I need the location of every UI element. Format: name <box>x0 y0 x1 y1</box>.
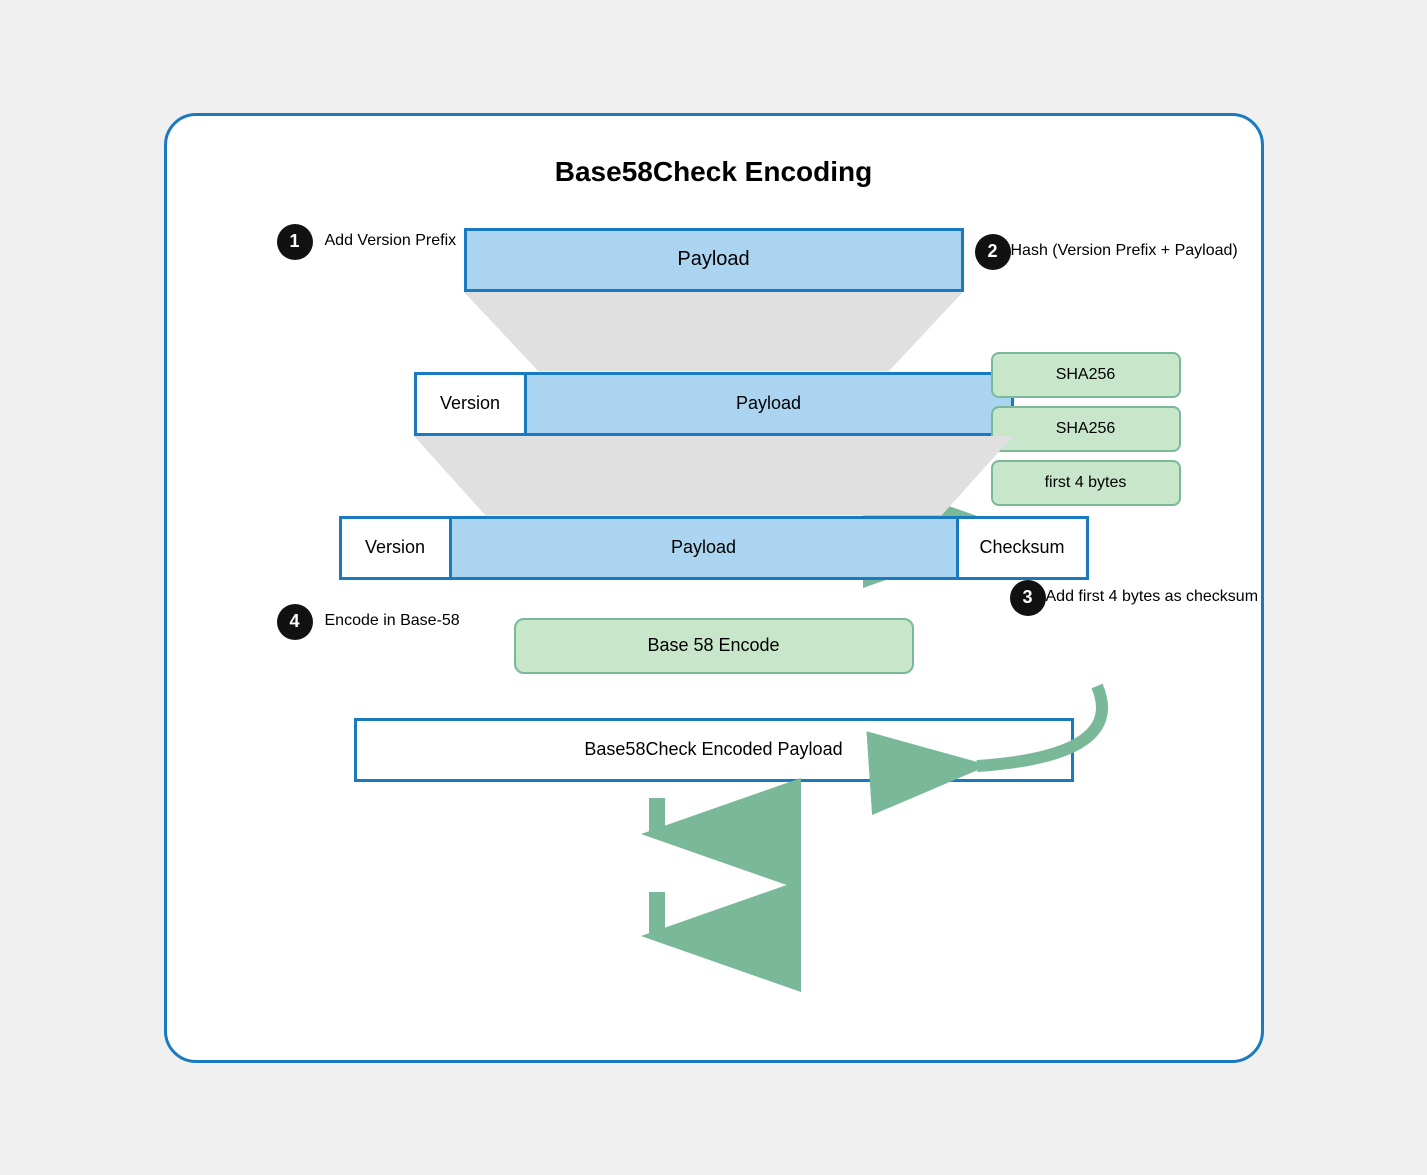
arrow-gap-2 <box>227 674 1201 718</box>
diagram-container: Base58Check Encoding <box>164 113 1264 1063</box>
box-base58-encode: Base 58 Encode <box>514 618 914 674</box>
label-base58-encode: Base 58 Encode <box>647 635 779 656</box>
label-version-1: Version <box>440 393 500 414</box>
label-final-payload: Base58Check Encoded Payload <box>584 739 842 760</box>
box-version-1: Version <box>417 375 527 433</box>
funnel-shape-2 <box>414 436 1014 516</box>
section-version-payload: Version Payload SHA256 SHA256 first 4 by… <box>227 372 1201 436</box>
box-payload-1: Payload <box>527 375 1011 433</box>
box-version-2: Version <box>342 519 452 577</box>
box-initial-payload: Payload <box>464 228 964 292</box>
box-final-payload: Base58Check Encoded Payload <box>354 718 1074 782</box>
label-payload-2: Payload <box>671 537 736 558</box>
step-label-4: Encode in Base-58 <box>325 612 460 630</box>
label-initial-payload: Payload <box>677 248 749 271</box>
label-payload-1: Payload <box>736 393 801 414</box>
box-payload-2: Payload <box>452 519 956 577</box>
step-badge-4: 4 <box>277 604 313 640</box>
step-badge-1: 1 <box>277 224 313 260</box>
row-with-checksum: Version Payload Checksum <box>339 516 1089 580</box>
section-version-payload-checksum: 3 Add first 4 bytes as checksum Version … <box>227 516 1201 580</box>
row-version-payload: Version Payload <box>414 372 1014 436</box>
funnel-2 <box>227 436 1201 516</box>
step-badge-2: 2 <box>975 234 1011 270</box>
step-label-2: Hash (Version Prefix + Payload) <box>1011 242 1191 260</box>
funnel-shape-1 <box>464 292 964 372</box>
label-version-2: Version <box>365 537 425 558</box>
diagram-title: Base58Check Encoding <box>227 156 1201 188</box>
label-checksum: Checksum <box>979 537 1064 558</box>
step-badge-3: 3 <box>1010 580 1046 616</box>
box-checksum: Checksum <box>956 519 1086 577</box>
step-label-1: Add Version Prefix <box>325 232 457 250</box>
box-sha256-1: SHA256 <box>991 352 1181 398</box>
section-final-payload: Base58Check Encoded Payload <box>227 718 1201 782</box>
